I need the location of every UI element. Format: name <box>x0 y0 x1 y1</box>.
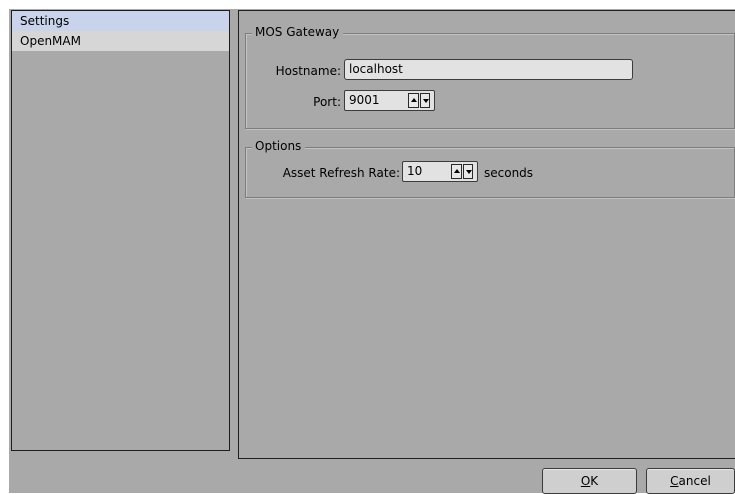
asset-refresh-rate-value: 10 <box>407 164 423 178</box>
options-title: Options <box>252 139 306 154</box>
mos-gateway-group: MOS Gateway Hostname: localhost Port: 90… <box>245 25 735 129</box>
hostname-label: Hostname: <box>275 64 341 78</box>
category-list[interactable]: Settings OpenMAM <box>11 10 230 451</box>
options-group: Options Asset Refresh Rate: 10 seconds <box>245 139 735 198</box>
hostname-input[interactable]: localhost <box>344 59 633 80</box>
triangle-down-icon <box>465 170 472 174</box>
port-increment-button[interactable] <box>408 93 419 108</box>
port-label: Port: <box>313 95 341 109</box>
mos-gateway-title: MOS Gateway <box>252 25 344 40</box>
cancel-label-rest: ancel <box>678 474 711 488</box>
refresh-spin-buttons <box>451 164 474 179</box>
window: Settings OpenMAM MOS Gateway Hostname: l… <box>0 0 735 494</box>
asset-refresh-rate-label: Asset Refresh Rate: <box>282 166 400 180</box>
cancel-button[interactable]: Cancel <box>646 468 735 494</box>
ok-mnemonic: O <box>580 474 591 488</box>
seconds-unit-label: seconds <box>484 166 534 180</box>
sidebar-item-settings[interactable]: Settings <box>12 11 229 31</box>
settings-dialog: Settings OpenMAM MOS Gateway Hostname: l… <box>9 9 735 494</box>
refresh-increment-button[interactable] <box>451 164 462 179</box>
port-value: 9001 <box>349 93 380 107</box>
ok-label-rest: K <box>590 474 599 488</box>
triangle-up-icon <box>411 98 417 102</box>
ok-button[interactable]: OK <box>542 468 637 494</box>
triangle-up-icon <box>454 169 460 173</box>
refresh-decrement-button[interactable] <box>462 164 473 179</box>
port-decrement-button[interactable] <box>419 93 430 108</box>
port-spin-buttons <box>408 93 431 108</box>
port-spinbox[interactable]: 9001 <box>344 90 435 111</box>
sidebar-item-openmam[interactable]: OpenMAM <box>12 31 229 51</box>
settings-panel: MOS Gateway Hostname: localhost Port: 90… <box>238 10 735 459</box>
cancel-mnemonic: C <box>670 474 679 488</box>
asset-refresh-rate-spinbox[interactable]: 10 <box>402 161 478 182</box>
triangle-down-icon <box>422 99 429 103</box>
